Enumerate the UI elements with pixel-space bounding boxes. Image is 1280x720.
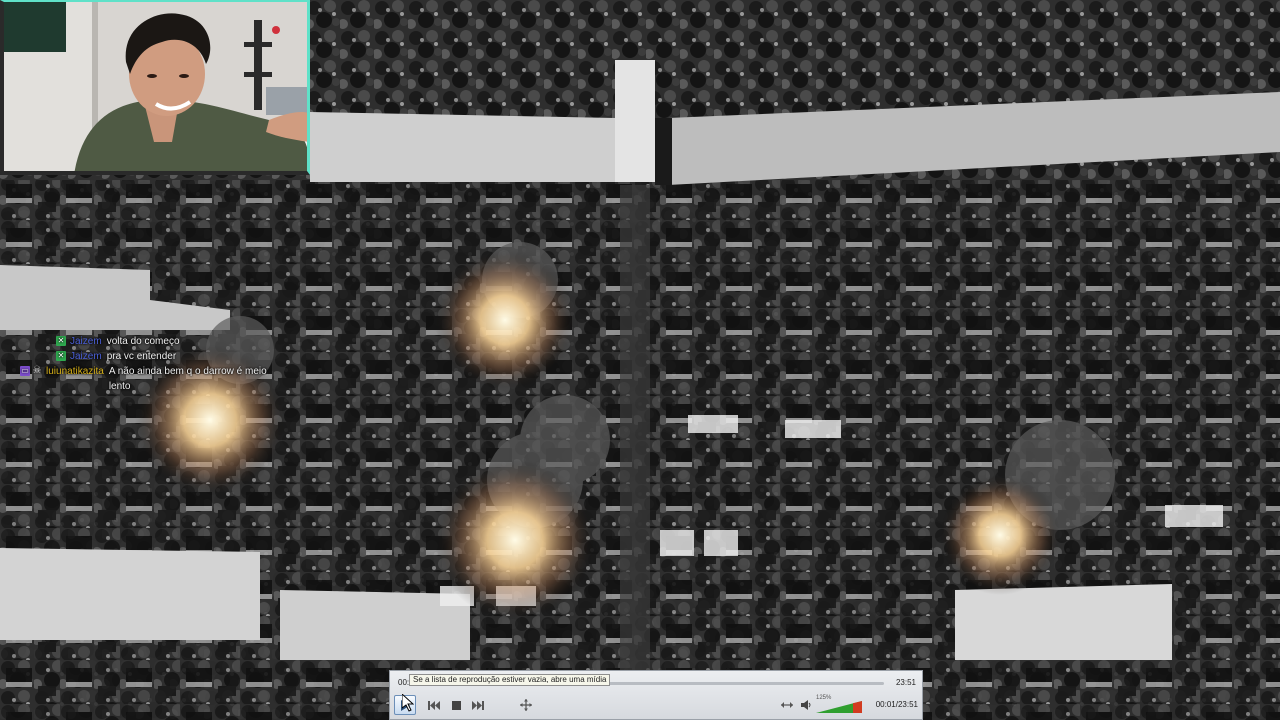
speaker-icon <box>801 700 811 710</box>
fullscreen-button[interactable] <box>516 696 536 714</box>
playlist-button[interactable] <box>777 696 797 714</box>
time-counter: 00:01/23:51 <box>875 700 918 709</box>
playlist-icon <box>781 702 793 708</box>
webcam-overlay <box>0 0 310 175</box>
mouse-cursor-icon <box>402 694 414 712</box>
mute-button[interactable] <box>796 696 816 714</box>
green-badge-icon: ✕ <box>56 336 66 346</box>
chat-text: pra vc entender <box>106 351 177 362</box>
chat-username: Jaizem <box>70 336 102 347</box>
streamer-camera-feed <box>4 2 307 171</box>
chat-message: ▭ ☠ luiunatikazita A não ainda bem q o d… <box>20 364 282 394</box>
controls-row: 125% 00:01/23:51 <box>390 693 924 719</box>
volume-slider[interactable] <box>816 701 862 713</box>
seek-row: 00:01 Se a lista de reprodução estiver v… <box>390 674 924 691</box>
duration-time: 23:51 <box>895 678 916 687</box>
purple-badge-icon: ▭ <box>20 366 30 376</box>
tooltip: Se a lista de reprodução estiver vazia, … <box>409 674 611 686</box>
chat-username: Jaizem <box>70 351 102 362</box>
chat-message: ✕ Jaizem volta do começo <box>20 334 280 349</box>
chat-text: A não ainda bem q o darrow é meio lento <box>108 366 267 392</box>
green-badge-icon: ✕ <box>56 351 66 361</box>
stop-button[interactable] <box>446 696 466 714</box>
next-button[interactable] <box>468 696 488 714</box>
previous-icon <box>428 700 440 710</box>
chat-message: ✕ Jaizem pra vc entender <box>20 349 280 364</box>
chat-overlay: ✕ Jaizem volta do começo ✕ Jaizem pra vc… <box>20 334 280 394</box>
next-icon <box>472 700 484 710</box>
volume-overdrive <box>853 701 862 713</box>
chat-username: luiunatikazita <box>46 366 104 377</box>
skull-badge-icon: ☠ <box>32 365 42 376</box>
chat-text: volta do começo <box>106 336 180 347</box>
fullscreen-icon <box>520 699 532 711</box>
previous-button[interactable] <box>424 696 444 714</box>
media-player: 00:01 Se a lista de reprodução estiver v… <box>389 670 923 720</box>
stop-icon <box>451 700 461 710</box>
